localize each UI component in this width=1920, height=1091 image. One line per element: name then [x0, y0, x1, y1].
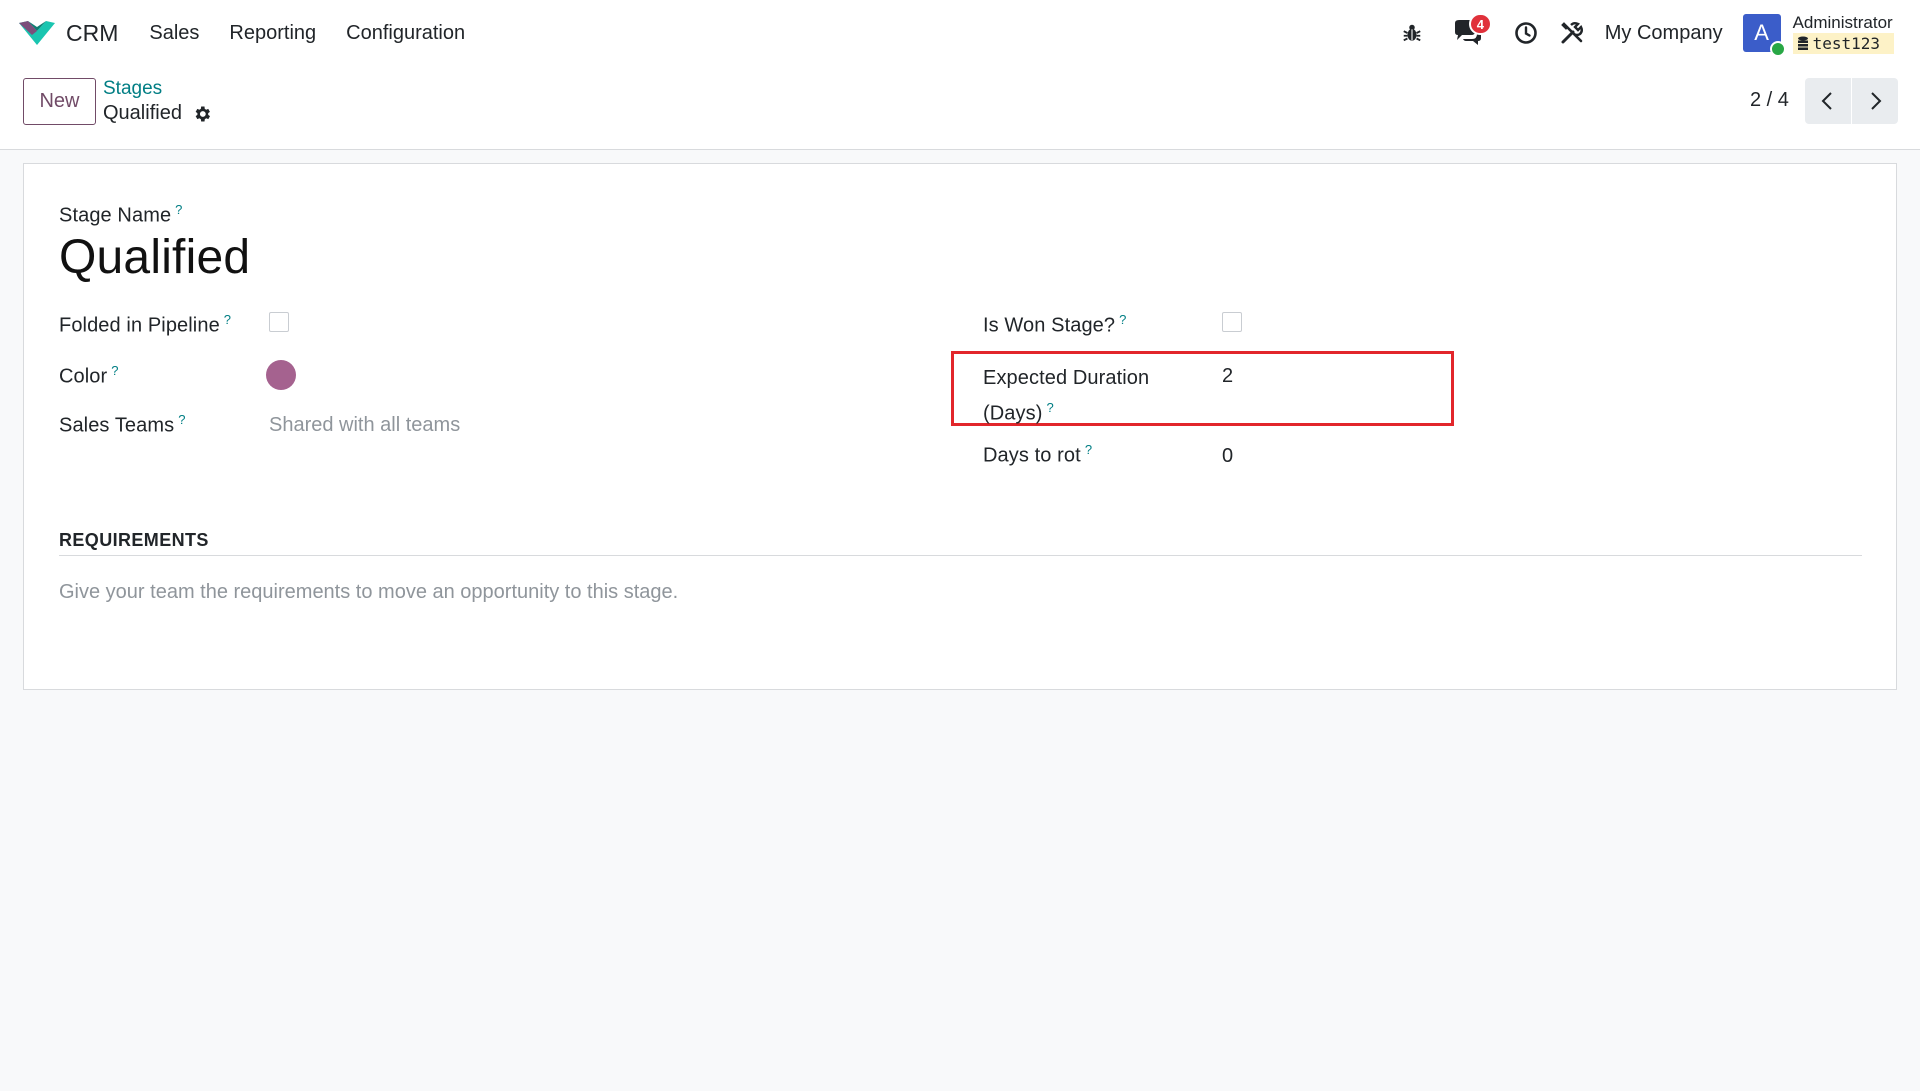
sales-teams-help[interactable]: ?	[178, 412, 185, 427]
form-sheet: Stage Name? Qualified Folded in Pipeline…	[23, 163, 1897, 690]
activity-clock-icon[interactable]	[1513, 20, 1539, 46]
pager-value[interactable]: 2 / 4	[1750, 89, 1789, 112]
color-label-text: Color	[59, 365, 108, 388]
sales-teams-input[interactable]: Shared with all teams	[269, 414, 460, 437]
is-won-label-text: Is Won Stage?	[983, 314, 1116, 337]
menu-reporting[interactable]: Reporting	[214, 22, 331, 45]
requirements-divider	[59, 555, 1862, 556]
expected-duration-label: Expected Duration (Days)?	[983, 363, 1149, 429]
is-won-checkbox[interactable]	[1222, 312, 1242, 332]
crm-logo-icon	[19, 21, 55, 45]
sales-teams-label: Sales Teams?	[59, 412, 186, 438]
systray: 4 My Company A Administrator test123	[1399, 0, 1894, 66]
avatar-letter: A	[1754, 20, 1769, 45]
top-navbar: CRM Sales Reporting Configuration 4 My C…	[0, 0, 1920, 66]
expected-duration-help[interactable]: ?	[1047, 400, 1054, 415]
stage-name-label: Stage Name?	[59, 202, 183, 228]
requirements-input[interactable]: Give your team the requirements to move …	[59, 581, 678, 604]
expected-duration-input[interactable]: 2	[1222, 365, 1233, 388]
is-won-help[interactable]: ?	[1119, 312, 1126, 327]
breadcrumb-current: Qualified	[103, 102, 212, 125]
user-menu[interactable]: Administrator test123	[1792, 12, 1894, 54]
folded-help[interactable]: ?	[224, 312, 231, 327]
app-name: CRM	[66, 19, 119, 46]
stage-name-help[interactable]: ?	[175, 202, 182, 217]
user-name: Administrator	[1792, 12, 1893, 32]
folded-checkbox[interactable]	[269, 312, 289, 332]
is-won-label: Is Won Stage??	[983, 312, 1126, 338]
online-status-dot	[1769, 41, 1786, 57]
color-picker[interactable]	[266, 360, 296, 390]
stage-name-input[interactable]: Qualified	[59, 230, 250, 285]
menu-sales[interactable]: Sales	[134, 22, 214, 45]
stage-name-label-text: Stage Name	[59, 204, 172, 227]
debug-bug-icon[interactable]	[1399, 20, 1425, 46]
database-badge: test123	[1792, 32, 1894, 54]
breadcrumb-stages[interactable]: Stages	[103, 78, 162, 100]
sales-teams-label-text: Sales Teams	[59, 414, 175, 437]
color-help[interactable]: ?	[111, 363, 118, 378]
expected-duration-label-line2: (Days)	[983, 402, 1043, 425]
chevron-left-icon	[1821, 92, 1832, 110]
folded-label: Folded in Pipeline?	[59, 312, 231, 338]
message-count-badge: 4	[1468, 13, 1492, 35]
breadcrumb-current-label: Qualified	[103, 102, 182, 124]
menu-configuration[interactable]: Configuration	[331, 22, 480, 45]
tools-wrench-icon[interactable]	[1559, 20, 1585, 46]
days-to-rot-label-text: Days to rot	[983, 444, 1081, 467]
control-panel: New Stages Qualified 2 / 4	[0, 66, 1920, 150]
user-avatar[interactable]: A	[1742, 14, 1786, 57]
company-switcher[interactable]: My Company	[1605, 22, 1723, 45]
days-to-rot-input[interactable]: 0	[1222, 445, 1233, 468]
app-brand[interactable]: CRM	[18, 19, 118, 47]
new-button[interactable]: New	[23, 78, 96, 125]
messages-button[interactable]: 4	[1453, 13, 1492, 47]
main-menu: Sales Reporting Configuration	[134, 22, 480, 45]
database-icon	[1797, 36, 1808, 50]
requirements-title: REQUIREMENTS	[59, 530, 209, 550]
pager-previous-button[interactable]	[1805, 78, 1851, 124]
color-label: Color?	[59, 363, 119, 389]
folded-label-text: Folded in Pipeline	[59, 314, 220, 337]
pager-next-button[interactable]	[1852, 78, 1898, 124]
days-to-rot-label: Days to rot?	[983, 442, 1092, 468]
days-to-rot-help[interactable]: ?	[1085, 442, 1092, 457]
chevron-right-icon	[1871, 92, 1882, 110]
gear-icon[interactable]	[192, 104, 212, 124]
database-name: test123	[1812, 33, 1880, 53]
expected-duration-label-line1: Expected Duration	[983, 367, 1150, 389]
